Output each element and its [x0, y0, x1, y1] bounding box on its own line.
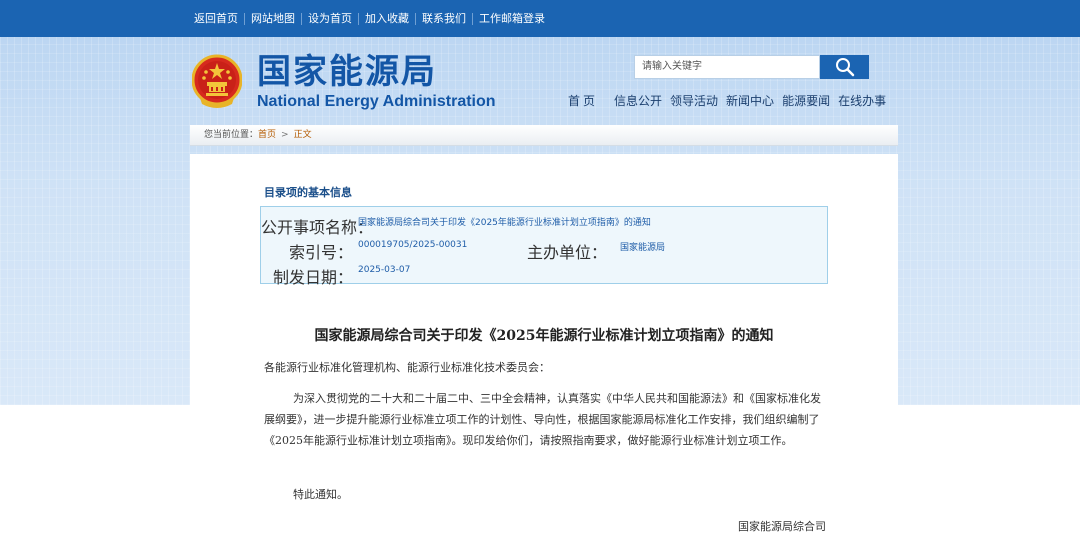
- nav-item-online-services[interactable]: 在线办事: [838, 92, 886, 110]
- document-closing: 特此通知。: [293, 488, 348, 501]
- nav-item-disclosure[interactable]: 信息公开: [614, 92, 662, 110]
- national-emblem-icon[interactable]: [191, 54, 243, 110]
- content-panel: 目录项的基本信息 公开事项名称： 国家能源局综合司关于印发《2025年能源行业标…: [190, 154, 898, 550]
- main-nav: 首页 信息公开 领导活动 新闻中心 能源要闻 在线办事: [562, 92, 894, 110]
- document-title: 国家能源局综合司关于印发《2025年能源行业标准计划立项指南》的通知: [314, 328, 774, 344]
- nav-item-home[interactable]: 首页: [568, 92, 598, 110]
- top-link-email-login[interactable]: 工作邮箱登录: [472, 12, 551, 25]
- top-link-set-homepage[interactable]: 设为首页: [301, 12, 358, 25]
- search-button[interactable]: [820, 55, 869, 79]
- top-link-home[interactable]: 返回首页: [192, 12, 244, 25]
- search-icon: [835, 58, 854, 77]
- top-link-contact[interactable]: 联系我们: [415, 12, 472, 25]
- top-bar: 返回首页 网站地图 设为首页 加入收藏 联系我们 工作邮箱登录: [0, 0, 1080, 37]
- breadcrumb-item-home[interactable]: 首页: [258, 125, 276, 146]
- info-box: 公开事项名称： 国家能源局综合司关于印发《2025年能源行业标准计划立项指南》的…: [260, 206, 828, 287]
- top-link-sitemap[interactable]: 网站地图: [244, 12, 301, 25]
- info-unit-label: 主办单位：: [526, 243, 607, 262]
- info-date-label: 制发日期：: [272, 268, 353, 287]
- breadcrumb-prefix: 您当前位置：: [204, 129, 259, 140]
- breadcrumb-separator: >: [281, 129, 289, 140]
- breadcrumb: 您当前位置： 首页 > 正文: [190, 125, 898, 146]
- info-index-label: 索引号：: [288, 243, 353, 262]
- document-salutation: 各能源行业标准化管理机构、能源行业标准化技术委员会：: [264, 361, 550, 374]
- search-input[interactable]: 请输入关键字: [634, 55, 820, 79]
- top-link-bookmark[interactable]: 加入收藏: [358, 12, 415, 25]
- document-body: 为深入贯彻党的二十大和二十届二中、三中全会精神，认真落实《中华人民共和国能源法》…: [264, 392, 821, 447]
- nav-item-news[interactable]: 新闻中心: [726, 92, 774, 110]
- info-date-value: 2025-03-07: [358, 265, 411, 275]
- info-title-label: 公开事项名称：: [261, 218, 374, 237]
- info-title-value: 国家能源局综合司关于印发《2025年能源行业标准计划立项指南》的通知: [358, 218, 651, 228]
- logo-english-name[interactable]: National Energy Administration: [257, 93, 496, 111]
- breadcrumb-item-current: 正文: [293, 129, 312, 140]
- info-unit-value: 国家能源局: [620, 243, 666, 253]
- logo-chinese-name[interactable]: 国家能源局: [257, 52, 437, 92]
- info-index-value: 000019705/2025-00031: [358, 240, 468, 250]
- top-links: 返回首页 网站地图 设为首页 加入收藏 联系我们 工作邮箱登录: [192, 0, 551, 37]
- nav-item-energy-news[interactable]: 能源要闻: [782, 92, 830, 110]
- document-signature: 国家能源局综合司: [738, 520, 826, 533]
- nav-item-leadership[interactable]: 领导活动: [670, 92, 718, 110]
- info-section-title: 目录项的基本信息: [264, 186, 352, 199]
